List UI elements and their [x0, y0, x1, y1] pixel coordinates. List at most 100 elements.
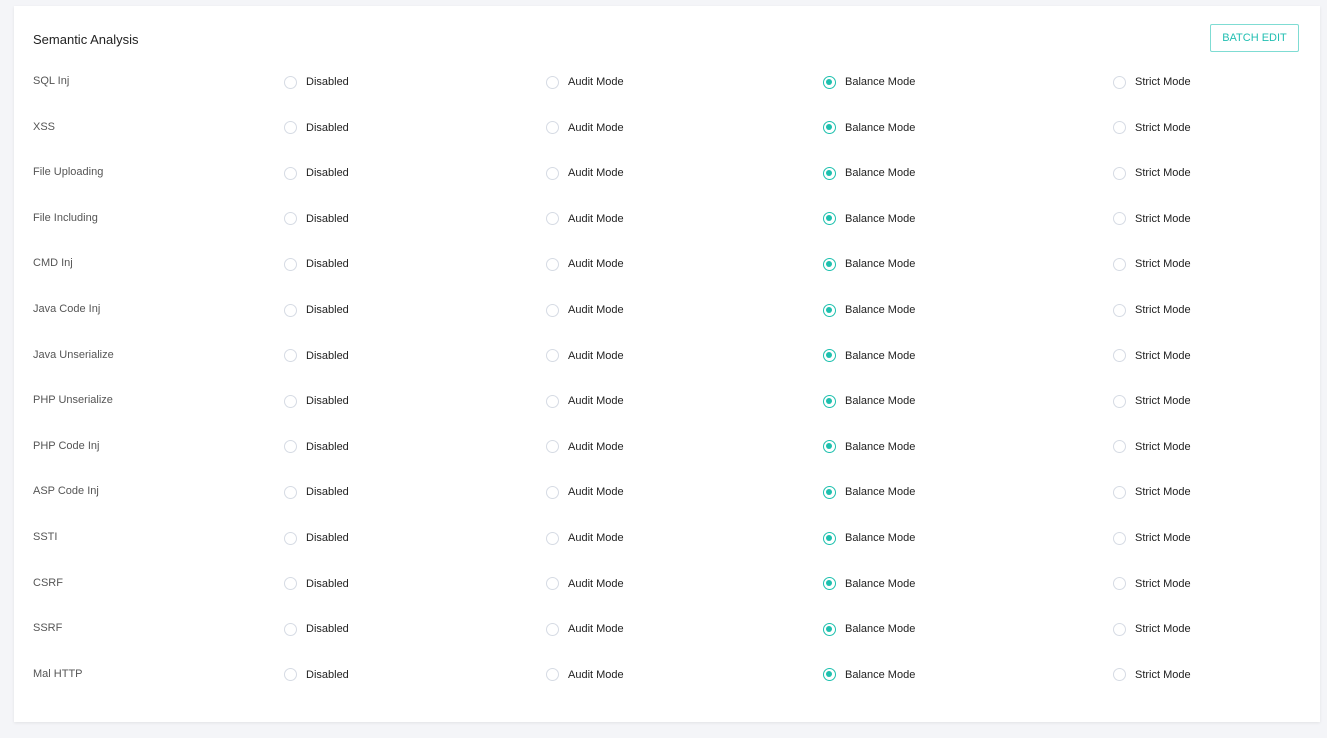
radio-option-disabled[interactable]: Disabled — [284, 665, 349, 685]
radio-option-balance-mode[interactable]: Balance Mode — [823, 163, 915, 183]
radio-option-audit-mode[interactable]: Audit Mode — [546, 118, 624, 138]
radio-option-balance-mode[interactable]: Balance Mode — [823, 482, 915, 502]
radio-option-balance-mode[interactable]: Balance Mode — [823, 209, 915, 229]
radio-unchecked-icon[interactable] — [546, 394, 559, 408]
radio-checked-icon[interactable] — [823, 303, 836, 317]
radio-checked-icon[interactable] — [823, 668, 836, 682]
radio-unchecked-icon[interactable] — [284, 440, 297, 454]
radio-option-disabled[interactable]: Disabled — [284, 118, 349, 138]
radio-option-disabled[interactable]: Disabled — [284, 346, 349, 366]
radio-option-audit-mode[interactable]: Audit Mode — [546, 482, 624, 502]
radio-unchecked-icon[interactable] — [284, 121, 297, 135]
radio-unchecked-icon[interactable] — [284, 668, 297, 682]
radio-option-balance-mode[interactable]: Balance Mode — [823, 619, 915, 639]
radio-checked-icon[interactable] — [823, 394, 836, 408]
radio-checked-icon[interactable] — [823, 257, 836, 271]
radio-unchecked-icon[interactable] — [1113, 668, 1126, 682]
radio-option-audit-mode[interactable]: Audit Mode — [546, 574, 624, 594]
radio-option-disabled[interactable]: Disabled — [284, 619, 349, 639]
radio-option-strict-mode[interactable]: Strict Mode — [1113, 391, 1191, 411]
radio-option-disabled[interactable]: Disabled — [284, 482, 349, 502]
radio-unchecked-icon[interactable] — [1113, 531, 1126, 545]
radio-unchecked-icon[interactable] — [284, 577, 297, 591]
radio-unchecked-icon[interactable] — [1113, 303, 1126, 317]
radio-option-disabled[interactable]: Disabled — [284, 254, 349, 274]
radio-option-strict-mode[interactable]: Strict Mode — [1113, 665, 1191, 685]
radio-option-audit-mode[interactable]: Audit Mode — [546, 346, 624, 366]
radio-unchecked-icon[interactable] — [546, 485, 559, 499]
radio-option-strict-mode[interactable]: Strict Mode — [1113, 437, 1191, 457]
radio-unchecked-icon[interactable] — [1113, 121, 1126, 135]
radio-unchecked-icon[interactable] — [546, 668, 559, 682]
radio-option-disabled[interactable]: Disabled — [284, 528, 349, 548]
radio-unchecked-icon[interactable] — [1113, 75, 1126, 89]
radio-option-balance-mode[interactable]: Balance Mode — [823, 528, 915, 548]
radio-unchecked-icon[interactable] — [546, 349, 559, 363]
radio-unchecked-icon[interactable] — [546, 75, 559, 89]
radio-unchecked-icon[interactable] — [546, 257, 559, 271]
radio-unchecked-icon[interactable] — [546, 622, 559, 636]
radio-unchecked-icon[interactable] — [546, 166, 559, 180]
radio-option-strict-mode[interactable]: Strict Mode — [1113, 300, 1191, 320]
radio-checked-icon[interactable] — [823, 622, 836, 636]
radio-option-strict-mode[interactable]: Strict Mode — [1113, 346, 1191, 366]
radio-unchecked-icon[interactable] — [284, 531, 297, 545]
radio-unchecked-icon[interactable] — [1113, 166, 1126, 180]
radio-unchecked-icon[interactable] — [1113, 485, 1126, 499]
radio-unchecked-icon[interactable] — [1113, 577, 1126, 591]
radio-option-audit-mode[interactable]: Audit Mode — [546, 163, 624, 183]
radio-option-disabled[interactable]: Disabled — [284, 574, 349, 594]
radio-unchecked-icon[interactable] — [546, 212, 559, 226]
radio-unchecked-icon[interactable] — [284, 394, 297, 408]
radio-option-audit-mode[interactable]: Audit Mode — [546, 437, 624, 457]
radio-option-audit-mode[interactable]: Audit Mode — [546, 619, 624, 639]
radio-unchecked-icon[interactable] — [1113, 440, 1126, 454]
radio-option-balance-mode[interactable]: Balance Mode — [823, 437, 915, 457]
radio-option-audit-mode[interactable]: Audit Mode — [546, 72, 624, 92]
radio-unchecked-icon[interactable] — [284, 622, 297, 636]
radio-option-balance-mode[interactable]: Balance Mode — [823, 72, 915, 92]
radio-unchecked-icon[interactable] — [284, 349, 297, 363]
radio-option-disabled[interactable]: Disabled — [284, 72, 349, 92]
radio-unchecked-icon[interactable] — [1113, 257, 1126, 271]
radio-option-disabled[interactable]: Disabled — [284, 300, 349, 320]
radio-checked-icon[interactable] — [823, 577, 836, 591]
radio-unchecked-icon[interactable] — [284, 485, 297, 499]
radio-unchecked-icon[interactable] — [284, 212, 297, 226]
radio-option-balance-mode[interactable]: Balance Mode — [823, 118, 915, 138]
radio-unchecked-icon[interactable] — [1113, 394, 1126, 408]
radio-unchecked-icon[interactable] — [1113, 349, 1126, 363]
radio-checked-icon[interactable] — [823, 349, 836, 363]
radio-checked-icon[interactable] — [823, 75, 836, 89]
radio-option-balance-mode[interactable]: Balance Mode — [823, 254, 915, 274]
radio-option-balance-mode[interactable]: Balance Mode — [823, 391, 915, 411]
radio-unchecked-icon[interactable] — [284, 166, 297, 180]
radio-option-disabled[interactable]: Disabled — [284, 437, 349, 457]
radio-option-disabled[interactable]: Disabled — [284, 209, 349, 229]
radio-checked-icon[interactable] — [823, 440, 836, 454]
radio-checked-icon[interactable] — [823, 212, 836, 226]
radio-option-strict-mode[interactable]: Strict Mode — [1113, 72, 1191, 92]
radio-option-audit-mode[interactable]: Audit Mode — [546, 254, 624, 274]
radio-option-audit-mode[interactable]: Audit Mode — [546, 209, 624, 229]
radio-option-audit-mode[interactable]: Audit Mode — [546, 300, 624, 320]
radio-checked-icon[interactable] — [823, 531, 836, 545]
radio-option-strict-mode[interactable]: Strict Mode — [1113, 482, 1191, 502]
radio-option-strict-mode[interactable]: Strict Mode — [1113, 118, 1191, 138]
radio-unchecked-icon[interactable] — [284, 257, 297, 271]
radio-unchecked-icon[interactable] — [284, 303, 297, 317]
radio-unchecked-icon[interactable] — [284, 75, 297, 89]
radio-option-audit-mode[interactable]: Audit Mode — [546, 391, 624, 411]
radio-unchecked-icon[interactable] — [546, 577, 559, 591]
radio-option-strict-mode[interactable]: Strict Mode — [1113, 619, 1191, 639]
radio-option-balance-mode[interactable]: Balance Mode — [823, 574, 915, 594]
radio-unchecked-icon[interactable] — [1113, 212, 1126, 226]
radio-option-balance-mode[interactable]: Balance Mode — [823, 300, 915, 320]
radio-option-strict-mode[interactable]: Strict Mode — [1113, 209, 1191, 229]
radio-unchecked-icon[interactable] — [546, 121, 559, 135]
radio-checked-icon[interactable] — [823, 485, 836, 499]
radio-unchecked-icon[interactable] — [546, 440, 559, 454]
radio-option-disabled[interactable]: Disabled — [284, 163, 349, 183]
radio-checked-icon[interactable] — [823, 121, 836, 135]
batch-edit-button[interactable]: BATCH EDIT — [1210, 24, 1299, 52]
